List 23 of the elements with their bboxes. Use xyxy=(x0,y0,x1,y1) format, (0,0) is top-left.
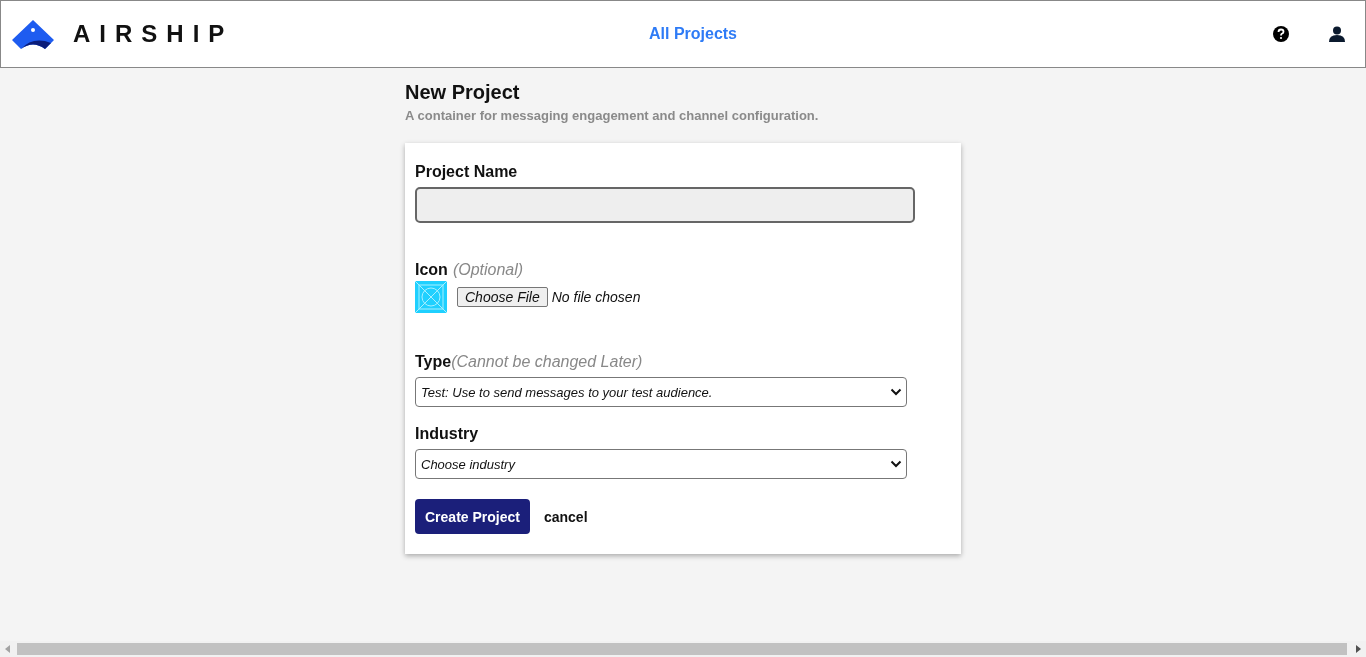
user-icon[interactable] xyxy=(1329,26,1345,42)
image-placeholder-icon xyxy=(415,281,447,313)
field-label: Project Name xyxy=(415,163,518,181)
type-select[interactable]: Test: Use to send messages to your test audience. xyxy=(415,377,907,407)
logo-text: AIRSHIP xyxy=(73,20,234,48)
create-project-button[interactable]: Create Project xyxy=(415,499,530,534)
cancel-link[interactable]: cancel xyxy=(543,508,588,525)
logo-icon xyxy=(11,18,55,50)
field-hint: (Cannot be changed Later) xyxy=(451,353,643,371)
page-title: New Project xyxy=(405,81,521,104)
chevron-down-icon xyxy=(890,388,902,396)
industry-select[interactable]: Choose industry xyxy=(415,449,907,479)
file-status: No file chosen xyxy=(551,289,641,305)
field-label: Type xyxy=(415,353,452,371)
page-subtitle: A container for messaging engagement and channel configuration. xyxy=(405,108,820,123)
nav-link[interactable]: All Projects xyxy=(371,25,1015,43)
field-label: Icon xyxy=(415,261,448,279)
project-name-field[interactable] xyxy=(415,187,915,223)
chevron-down-icon xyxy=(890,460,902,468)
field-hint: (Optional) xyxy=(452,261,524,279)
field-label: Industry xyxy=(415,425,479,443)
choose-file-button[interactable]: Choose File xyxy=(457,287,548,307)
help-icon[interactable] xyxy=(1273,26,1289,42)
